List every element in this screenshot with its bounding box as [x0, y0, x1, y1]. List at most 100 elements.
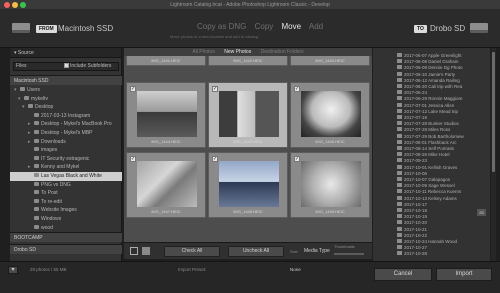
- folder-icon: [397, 251, 402, 256]
- grid-filter-tabs: All Photos New Photos Destination Folder…: [124, 48, 372, 56]
- window-titlebar: Lightroom Catalog.lrcat - Adobe Photosho…: [0, 0, 500, 10]
- destination-drive-selector[interactable]: Drobo SD: [430, 24, 465, 33]
- import-mode-selector: Copy as DNG Copy Move Add: [197, 22, 329, 31]
- destination-panel: 2017-06-07 Apple Greenlight 2017-06-08 Da…: [373, 48, 490, 261]
- destination-folder-item[interactable]: 2017-10-28: [373, 250, 490, 257]
- mode-copy[interactable]: Copy: [255, 22, 274, 31]
- import-button[interactable]: Import: [436, 268, 492, 281]
- destination-scrollbar[interactable]: [491, 48, 496, 261]
- folder-icon: [34, 138, 39, 143]
- photo-cell[interactable]: ✓ IMG_1446.HEIC: [290, 82, 370, 148]
- folder-icon: [397, 53, 402, 57]
- folder-label: Kenny and Mykel: [41, 164, 80, 171]
- folder-icon: [397, 121, 402, 126]
- folder-label: To re-edit: [41, 198, 62, 205]
- mode-move[interactable]: Move: [282, 22, 302, 31]
- photo-checkbox[interactable]: ✓: [294, 156, 300, 162]
- photo-filename: IMG_1446.HEIC: [315, 139, 345, 144]
- folder-icon: [397, 139, 402, 144]
- folder-icon: [397, 220, 402, 225]
- thumbnails-label: Thumbnails: [334, 244, 355, 249]
- destination-drive-icon: [470, 23, 488, 33]
- folder-icon: [397, 90, 402, 95]
- folder-icon: [34, 207, 39, 212]
- collapse-options-button[interactable]: ▾: [8, 266, 18, 274]
- import-footer: ▾ 29 photos / 55 MB Import Preset: None …: [0, 261, 500, 293]
- grid-toolbar: Check All Uncheck All Sort: Media Type T…: [124, 242, 372, 259]
- folder-label: Users: [27, 87, 41, 93]
- tab-all-photos[interactable]: All Photos: [192, 49, 215, 55]
- drive-macintosh-ssd[interactable]: Macintosh SSD: [10, 75, 122, 85]
- photo-filename: IMG_1448.HEIC: [233, 209, 263, 214]
- photo-cell[interactable]: ✓ IMG_1445.HEIC: [208, 82, 288, 148]
- photo-checkbox[interactable]: ✓: [130, 156, 136, 162]
- sort-label: Sort:: [290, 249, 299, 254]
- drive-bootcamp[interactable]: BOOTCAMP: [10, 232, 122, 242]
- drive-label: Drobo SD: [14, 247, 36, 253]
- photo-thumbnail: [301, 91, 361, 137]
- photo-checkbox[interactable]: ✓: [212, 86, 218, 92]
- folder-icon: [34, 130, 39, 134]
- sort-dropdown[interactable]: Media Type: [304, 248, 330, 254]
- tab-destination-folders[interactable]: Destination Folders: [261, 49, 304, 55]
- from-chip: FROM: [36, 25, 57, 33]
- folder-icon: [397, 133, 402, 138]
- import-preset-dropdown[interactable]: None: [290, 267, 301, 272]
- folder-icon: [34, 121, 39, 126]
- photo-filename: IMG_1443.HEIC: [315, 58, 345, 63]
- tab-new-photos[interactable]: New Photos: [224, 49, 251, 55]
- folder-icon: [397, 71, 402, 76]
- photo-checkbox[interactable]: ✓: [130, 86, 136, 92]
- destination-scroll-thumb[interactable]: [492, 52, 495, 172]
- folder-icon: [20, 87, 25, 91]
- grid-view-icon[interactable]: [130, 247, 138, 255]
- folder-label: 2017-03-13 Instagram: [41, 112, 91, 119]
- photo-cell[interactable]: ✓ IMG_1447.HEIC: [126, 152, 206, 218]
- photo-checkbox[interactable]: ✓: [294, 86, 300, 92]
- folder-label: Desktop - Mykel's MacBook Pro: [41, 121, 112, 128]
- folder-icon: [34, 198, 39, 203]
- folder-label: images: [41, 147, 58, 154]
- folder-icon: [397, 59, 402, 64]
- mode-add[interactable]: Add: [309, 22, 323, 31]
- folder-icon: [34, 112, 39, 117]
- photo-cell[interactable]: ✓ IMG_1444.HEIC: [126, 82, 206, 148]
- folder-icon: [397, 170, 402, 175]
- folder-icon: [397, 164, 402, 169]
- folder-icon: [397, 77, 402, 82]
- folder-icon: [397, 201, 402, 206]
- uncheck-all-button[interactable]: Uncheck All: [228, 246, 284, 257]
- mode-description: Move photos to a new location and add to…: [170, 34, 259, 39]
- cancel-button[interactable]: Cancel: [374, 268, 432, 281]
- loupe-view-icon[interactable]: [142, 247, 150, 255]
- folder-label: Las Vegas Black and White: [41, 173, 102, 179]
- folder-icon: [397, 84, 402, 88]
- check-all-button[interactable]: Check All: [164, 246, 220, 257]
- thumbnail-size-slider[interactable]: [334, 253, 364, 255]
- photo-thumbnail: [137, 161, 197, 207]
- folder-icon: [397, 65, 402, 70]
- folder-icon: [397, 127, 402, 132]
- photo-filename: IMG_1442.HEIC: [233, 58, 263, 63]
- folder-label: To Post: [41, 190, 58, 197]
- include-subfolders-checkbox[interactable]: [64, 63, 69, 68]
- folder-icon: [34, 224, 39, 229]
- window-title: Lightroom Catalog.lrcat - Adobe Photosho…: [170, 2, 330, 8]
- to-chip: TO: [414, 25, 427, 33]
- folder-label: Desktop - Mykel's MBP: [41, 130, 93, 136]
- photo-thumbnail: [219, 161, 279, 207]
- folder-icon: [397, 239, 402, 243]
- folder-label: Desktop: [35, 104, 54, 111]
- import-preset-label: Import Preset:: [178, 267, 207, 272]
- photo-checkbox[interactable]: ✓: [212, 156, 218, 162]
- source-panel-header[interactable]: ▾ Source: [10, 48, 121, 58]
- source-drive-selector[interactable]: Macintosh SSD: [58, 24, 113, 33]
- photo-cell[interactable]: ✓ IMG_1449.HEIC: [290, 152, 370, 218]
- drive-drobo[interactable]: Drobo SD: [10, 244, 122, 254]
- folder-icon: [397, 189, 402, 194]
- mode-copy-as-dng[interactable]: Copy as DNG: [197, 22, 246, 31]
- folder-icon: [24, 95, 29, 100]
- photo-cell[interactable]: ✓ IMG_1448.HEIC: [208, 152, 288, 218]
- folder-icon: [34, 181, 39, 186]
- folder-label: Website Images: [41, 207, 77, 214]
